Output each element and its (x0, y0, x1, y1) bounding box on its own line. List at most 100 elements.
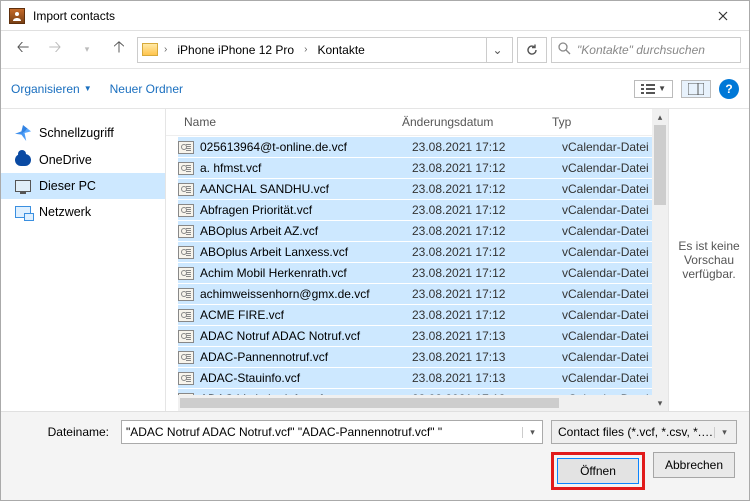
help-button[interactable]: ? (719, 79, 739, 99)
file-type: vCalendar-Datei (542, 266, 652, 280)
file-type: vCalendar-Datei (542, 203, 652, 217)
file-type: vCalendar-Datei (542, 308, 652, 322)
highlight-annotation: Öffnen (551, 452, 645, 490)
vcard-icon (178, 267, 194, 280)
back-button[interactable]: 🡠 (9, 36, 37, 64)
col-name[interactable]: Name (184, 115, 402, 129)
vcard-icon (178, 141, 194, 154)
vcard-icon (178, 309, 194, 322)
breadcrumb-item-folder[interactable]: Kontakte (313, 41, 368, 59)
up-button[interactable]: 🡡 (105, 36, 133, 64)
file-type: vCalendar-Datei (542, 161, 652, 175)
vcard-icon (178, 246, 194, 259)
file-row[interactable]: a. hfmst.vcf23.08.2021 17:12vCalendar-Da… (178, 157, 652, 178)
file-name: AANCHAL SANDHU.vcf (200, 182, 412, 196)
file-date: 23.08.2021 17:12 (412, 308, 542, 322)
vcard-icon (178, 351, 194, 364)
file-name: achimweissenhorn@gmx.de.vcf (200, 287, 412, 301)
col-type[interactable]: Typ (532, 115, 642, 129)
breadcrumb[interactable]: › iPhone iPhone 12 Pro › Kontakte ⌄ (137, 37, 513, 63)
forward-button[interactable]: 🡢 (41, 36, 69, 64)
network-icon (15, 206, 31, 218)
sidebar-item-network[interactable]: Netzwerk (1, 199, 165, 225)
search-icon (558, 42, 571, 58)
vcard-icon (178, 330, 194, 343)
organize-menu[interactable]: Organisieren▼ (11, 82, 92, 96)
file-name: 025613964@t-online.de.vcf (200, 140, 412, 154)
vertical-scrollbar[interactable]: ▴ ▾ (652, 109, 668, 411)
nav-bar: 🡠 🡢 ▾ 🡡 › iPhone iPhone 12 Pro › Kontakt… (1, 31, 749, 69)
file-type: vCalendar-Datei (542, 245, 652, 259)
file-list: Name Änderungsdatum Typ 025613964@t-onli… (166, 109, 652, 411)
file-type: vCalendar-Datei (542, 140, 652, 154)
recent-dropdown[interactable]: ▾ (73, 36, 101, 64)
file-name: ADAC Notruf ADAC Notruf.vcf (200, 329, 412, 343)
file-name: ACME FIRE.vcf (200, 308, 412, 322)
file-row[interactable]: ADAC-Pannennotruf.vcf23.08.2021 17:13vCa… (178, 346, 652, 367)
scroll-up-icon[interactable]: ▴ (652, 109, 668, 125)
file-name: Abfragen Priorität.vcf (200, 203, 412, 217)
file-name: ABOplus Arbeit AZ.vcf (200, 224, 412, 238)
file-row[interactable]: ADAC-Stauinfo.vcf23.08.2021 17:13vCalend… (178, 367, 652, 388)
file-type: vCalendar-Datei (542, 371, 652, 385)
file-row[interactable]: ABOplus Arbeit AZ.vcf23.08.2021 17:12vCa… (178, 220, 652, 241)
chevron-down-icon[interactable]: ▾ (522, 427, 538, 438)
file-type: vCalendar-Datei (542, 350, 652, 364)
cloud-icon (15, 154, 31, 166)
window-title: Import contacts (33, 9, 115, 23)
file-name: ABOplus Arbeit Lanxess.vcf (200, 245, 412, 259)
file-name: Achim Mobil Herkenrath.vcf (200, 266, 412, 280)
breadcrumb-dropdown[interactable]: ⌄ (486, 38, 508, 62)
sidebar-item-quickaccess[interactable]: Schnellzugriff (1, 119, 165, 147)
filetype-filter[interactable]: Contact files (*.vcf, *.csv, *.xls, * ▾ (551, 420, 737, 444)
cancel-button[interactable]: Abbrechen (653, 452, 735, 478)
file-date: 23.08.2021 17:12 (412, 203, 542, 217)
app-icon (9, 8, 25, 24)
sidebar-item-onedrive[interactable]: OneDrive (1, 147, 165, 173)
horizontal-scrollbar[interactable] (178, 395, 652, 411)
file-row[interactable]: ABOplus Arbeit Lanxess.vcf23.08.2021 17:… (178, 241, 652, 262)
folder-icon (142, 43, 158, 56)
preview-pane-button[interactable] (681, 80, 711, 98)
vcard-icon (178, 162, 194, 175)
new-folder-button[interactable]: Neuer Ordner (110, 82, 183, 96)
toolbar: Organisieren▼ Neuer Ordner ▼ ? (1, 69, 749, 109)
file-row[interactable]: Achim Mobil Herkenrath.vcf23.08.2021 17:… (178, 262, 652, 283)
file-name: ADAC-Pannennotruf.vcf (200, 350, 412, 364)
footer: Dateiname: "ADAC Notruf ADAC Notruf.vcf"… (1, 411, 749, 500)
file-date: 23.08.2021 17:12 (412, 140, 542, 154)
file-row[interactable]: 025613964@t-online.de.vcf23.08.2021 17:1… (178, 136, 652, 157)
vcard-icon (178, 225, 194, 238)
open-button[interactable]: Öffnen (557, 458, 639, 484)
col-date[interactable]: Änderungsdatum (402, 115, 532, 129)
vcard-icon (178, 393, 194, 396)
chevron-right-icon: › (162, 44, 169, 55)
file-date: 23.08.2021 17:13 (412, 329, 542, 343)
file-date: 23.08.2021 17:12 (412, 266, 542, 280)
file-date: 23.08.2021 17:12 (412, 161, 542, 175)
file-date: 23.08.2021 17:12 (412, 245, 542, 259)
file-type: vCalendar-Datei (542, 287, 652, 301)
search-input[interactable]: "Kontakte" durchsuchen (551, 37, 741, 63)
file-row[interactable]: ACME FIRE.vcf23.08.2021 17:12vCalendar-D… (178, 304, 652, 325)
file-row[interactable]: ADAC Notruf ADAC Notruf.vcf23.08.2021 17… (178, 325, 652, 346)
file-row[interactable]: ADAC-Verkehrsinfo.vcf23.08.2021 17:13vCa… (178, 388, 652, 395)
view-mode-button[interactable]: ▼ (634, 80, 673, 98)
scroll-down-icon[interactable]: ▾ (652, 395, 668, 411)
refresh-button[interactable] (517, 37, 547, 63)
search-placeholder: "Kontakte" durchsuchen (577, 43, 705, 57)
file-type: vCalendar-Datei (542, 182, 652, 196)
file-row[interactable]: achimweissenhorn@gmx.de.vcf23.08.2021 17… (178, 283, 652, 304)
column-headers[interactable]: Name Änderungsdatum Typ (166, 109, 652, 136)
filename-input[interactable]: "ADAC Notruf ADAC Notruf.vcf" "ADAC-Pann… (121, 420, 543, 444)
vcard-icon (178, 288, 194, 301)
file-row[interactable]: Abfragen Priorität.vcf23.08.2021 17:12vC… (178, 199, 652, 220)
file-row[interactable]: AANCHAL SANDHU.vcf23.08.2021 17:12vCalen… (178, 178, 652, 199)
pin-icon (15, 125, 31, 141)
file-name: a. hfmst.vcf (200, 161, 412, 175)
chevron-down-icon[interactable]: ▾ (714, 427, 730, 438)
breadcrumb-item-device[interactable]: iPhone iPhone 12 Pro (173, 41, 298, 59)
sidebar-item-thispc[interactable]: Dieser PC (1, 173, 165, 199)
file-name: ADAC-Stauinfo.vcf (200, 371, 412, 385)
close-button[interactable] (701, 2, 745, 30)
